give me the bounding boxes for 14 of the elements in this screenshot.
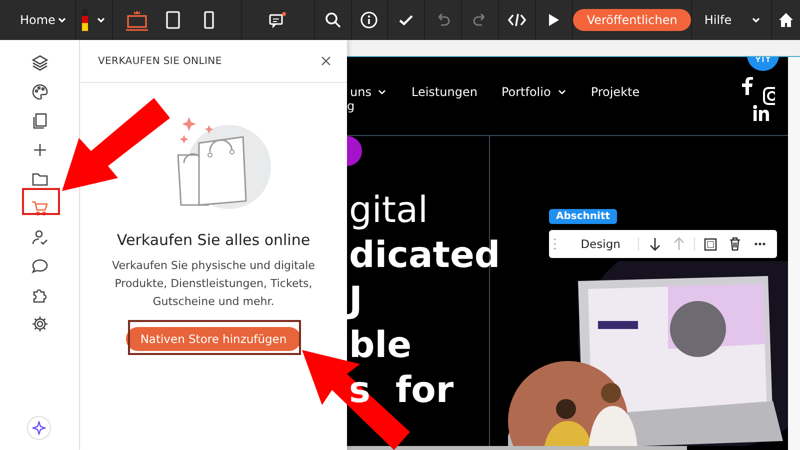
hero-text: ble [349,324,412,368]
nav-link[interactable]: Projekte [590,85,640,99]
panel-heading: Verkaufen Sie alles online [116,231,310,249]
design-button[interactable]: Design [562,237,632,251]
nav-link[interactable]: uns [350,85,388,99]
nav-link[interactable]: Leistungen [411,85,478,99]
nav-link[interactable]: Portfolio [501,85,567,99]
nav-link[interactable]: g [347,99,355,113]
section-label: Abschnitt [549,209,618,224]
panel-title: VERKAUFEN SIE ONLINE [98,56,222,66]
hero-text: J [349,279,362,323]
hero-text: dicated [349,234,500,278]
hero-text: gital [349,189,428,233]
panel-description: Verkaufen Sie physische und digitale Produkte, Dienstleistungen, Tickets, Gutscheine und mehr. [111,258,316,310]
